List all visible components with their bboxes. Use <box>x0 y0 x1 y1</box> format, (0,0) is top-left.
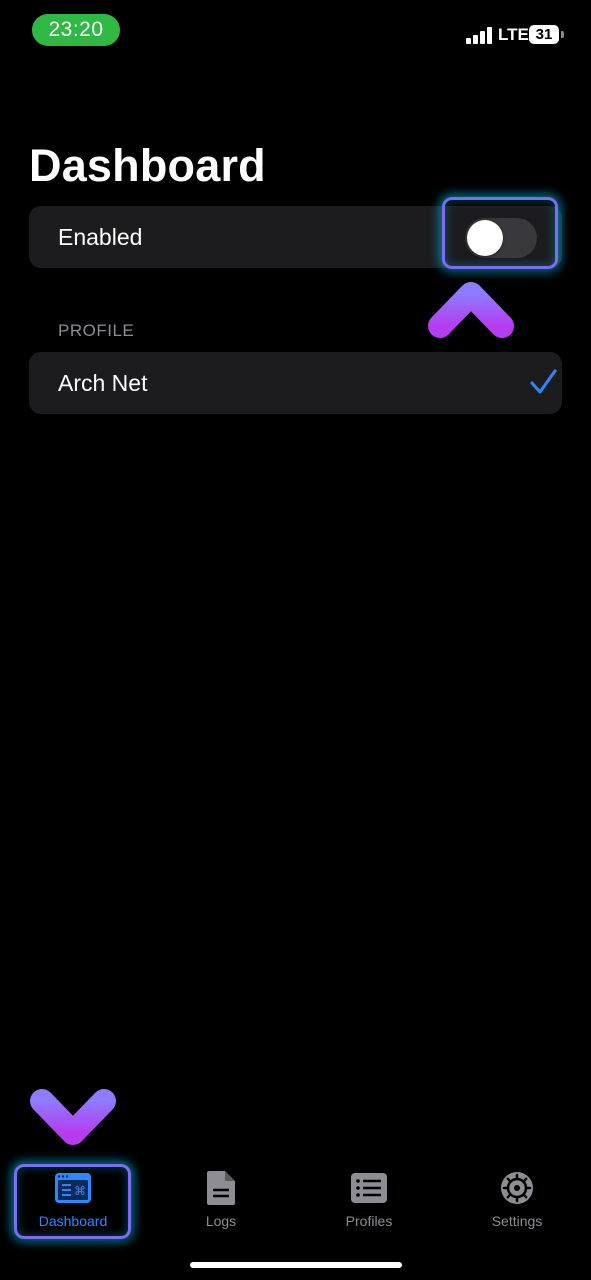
tab-profiles[interactable]: Profiles <box>310 1166 428 1238</box>
tab-logs[interactable]: Logs <box>162 1166 280 1238</box>
status-time: 23:20 <box>32 14 120 46</box>
tab-label-logs: Logs <box>205 1213 237 1229</box>
network-type: LTE <box>498 25 529 44</box>
arrow-down-annotation <box>30 995 116 1145</box>
dashboard-tab-highlight-annotation <box>14 1164 131 1239</box>
list-icon <box>351 1173 387 1203</box>
profile-section-header: PROFILE <box>58 321 135 340</box>
checkmark-icon <box>530 369 557 394</box>
signal-strength-icon <box>466 27 492 44</box>
tab-label-settings: Settings <box>491 1213 543 1229</box>
tab-settings[interactable]: Settings <box>458 1166 576 1238</box>
arrow-up-annotation <box>428 282 514 432</box>
enabled-label: Enabled <box>58 224 143 250</box>
battery-cap-icon <box>561 31 564 38</box>
page-title: Dashboard <box>29 140 266 191</box>
document-icon <box>207 1171 235 1205</box>
gear-icon <box>501 1172 533 1204</box>
battery-indicator: 31 <box>529 25 559 44</box>
profile-item-label: Arch Net <box>58 370 148 396</box>
home-indicator[interactable] <box>190 1262 402 1268</box>
tab-label-profiles: Profiles <box>345 1213 393 1229</box>
toggle-highlight-annotation <box>442 197 558 269</box>
